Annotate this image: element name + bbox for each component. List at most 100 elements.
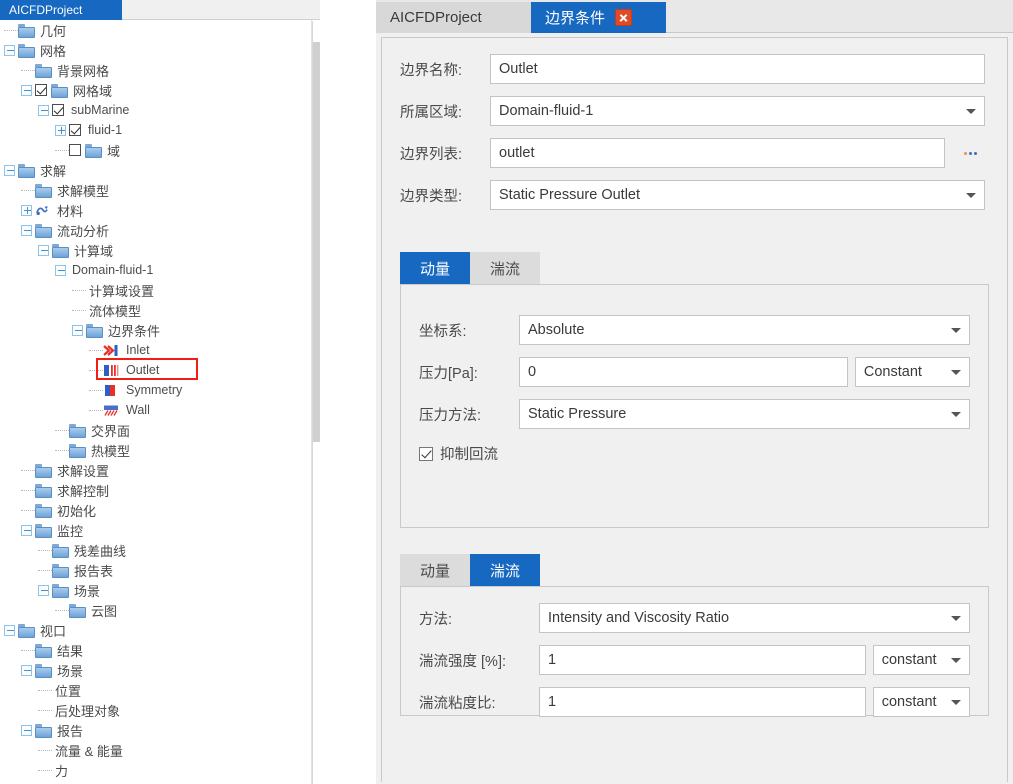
tree-tab-project[interactable]: AICFDProject (0, 0, 122, 20)
field-row-turb-viscosity: 湍流粘度比: 1 constant (419, 687, 970, 717)
tree-item-submarine[interactable]: subMarine (0, 100, 311, 120)
suppress-backflow-checkbox[interactable]: 抑制回流 (419, 443, 970, 464)
tree-item-计算域[interactable]: 计算域 (0, 240, 311, 260)
region-value: Domain-fluid-1 (499, 103, 594, 119)
expander-minus-icon[interactable] (21, 84, 32, 96)
expander-minus-icon[interactable] (72, 324, 83, 336)
tree-guide-line (4, 29, 18, 31)
tab-turbulence[interactable]: 湍流 (470, 554, 540, 586)
tab-momentum-lower[interactable]: 动量 (400, 554, 470, 586)
tree-item-domain-fluid-1[interactable]: Domain-fluid-1 (0, 260, 311, 280)
pressure-input[interactable]: 0 (519, 357, 848, 387)
tab-boundary-condition[interactable]: 边界条件 (531, 2, 666, 33)
boundary-list-browse-button[interactable] (959, 143, 981, 163)
tree-item-symmetry[interactable]: Symmetry (0, 380, 311, 400)
expander-minus-icon[interactable] (38, 104, 49, 116)
tree-item-label: 流量 & 能量 (55, 743, 123, 759)
pressure-mode-select[interactable]: Constant (854, 357, 970, 387)
tree-item-残差曲线[interactable]: 残差曲线 (0, 540, 311, 560)
turb-intensity-input[interactable]: 1 (539, 645, 866, 675)
expander-plus-icon[interactable] (21, 204, 32, 216)
tree-item-wall[interactable]: Wall (0, 400, 311, 420)
tree-item-计算域设置[interactable]: 计算域设置 (0, 280, 311, 300)
expander-minus-icon[interactable] (21, 224, 32, 236)
tree-item-热模型[interactable]: 热模型 (0, 440, 311, 460)
tree-item-label: 流动分析 (57, 223, 110, 239)
boundary-name-input[interactable]: Outlet (490, 54, 985, 84)
tab-turbulence-upper[interactable]: 湍流 (470, 252, 540, 284)
tree-item-材料[interactable]: 材料 (0, 200, 311, 220)
expander-minus-icon[interactable] (4, 164, 15, 176)
turb-viscosity-label: 湍流粘度比: (419, 695, 496, 712)
expander-minus-icon[interactable] (38, 244, 49, 256)
expander-minus-icon[interactable] (21, 524, 32, 536)
symmetry-icon (103, 384, 119, 397)
tree-checkbox-icon[interactable] (52, 104, 64, 116)
expander-minus-icon[interactable] (21, 724, 32, 736)
tree-item-边界条件[interactable]: 边界条件 (0, 320, 311, 340)
tab-project[interactable]: AICFDProject (376, 2, 531, 33)
tree-checkbox-icon[interactable] (69, 124, 81, 136)
folder-icon (18, 24, 35, 38)
turb-method-select[interactable]: Intensity and Viscosity Ratio (539, 603, 970, 633)
tree-item-inlet[interactable]: Inlet (0, 340, 311, 360)
tree-item-求解模型[interactable]: 求解模型 (0, 180, 311, 200)
tree-item-背景网格[interactable]: 背景网格 (0, 60, 311, 80)
tree-item-求解控制[interactable]: 求解控制 (0, 480, 311, 500)
tree-item-后处理对象[interactable]: 后处理对象 (0, 700, 311, 720)
tree-item-初始化[interactable]: 初始化 (0, 500, 311, 520)
close-icon[interactable] (615, 9, 633, 26)
tree-item-域[interactable]: 域 (0, 140, 311, 160)
folder-icon (35, 224, 52, 238)
tree-item-视口[interactable]: 视口 (0, 620, 311, 640)
tree-item-流动分析[interactable]: 流动分析 (0, 220, 311, 240)
tree-item-区域[interactable]: 区域 (0, 780, 311, 784)
tree-item-报告表[interactable]: 报告表 (0, 560, 311, 580)
region-select[interactable]: Domain-fluid-1 (490, 96, 985, 126)
tree-item-求解[interactable]: 求解 (0, 160, 311, 180)
expander-plus-icon[interactable] (55, 124, 66, 136)
tree-item-云图[interactable]: 云图 (0, 600, 311, 620)
tree-node-list[interactable]: 几何 网格 背景网格网格域 subMarine fluid-1 域求解 求解模型 材料流动分析… (0, 20, 312, 784)
boundary-type-select[interactable]: Static Pressure Outlet (490, 180, 985, 210)
tree-item-监控[interactable]: 监控 (0, 520, 311, 540)
tree-item-fluid-1[interactable]: fluid-1 (0, 120, 311, 140)
tree-item-场景[interactable]: 场景 (0, 580, 311, 600)
boundary-list-input[interactable]: outlet (490, 138, 945, 168)
frame-select[interactable]: Absolute (519, 315, 970, 345)
tree-item-位置[interactable]: 位置 (0, 680, 311, 700)
tree-item-报告[interactable]: 报告 (0, 720, 311, 740)
expander-minus-icon[interactable] (21, 664, 32, 676)
tree-item-label: 网格域 (73, 83, 113, 99)
tree-item-求解设置[interactable]: 求解设置 (0, 460, 311, 480)
tree-item-流体模型[interactable]: 流体模型 (0, 300, 311, 320)
tab-momentum[interactable]: 动量 (400, 252, 470, 284)
turb-viscosity-input[interactable]: 1 (539, 687, 866, 717)
panel-content: 边界名称: Outlet 所属区域: Domain-fluid-1 边界列表: (381, 37, 1008, 782)
chevron-down-icon (951, 328, 961, 333)
tree-checkbox-icon[interactable] (35, 84, 47, 96)
tree-scrollbar-thumb[interactable] (313, 42, 320, 442)
expander-minus-icon[interactable] (4, 44, 15, 56)
expander-minus-icon[interactable] (38, 584, 49, 596)
pressure-mode-value: Constant (863, 364, 922, 380)
tree-item-结果[interactable]: 结果 (0, 640, 311, 660)
tree-guide-line (55, 609, 69, 611)
boundary-type-value: Static Pressure Outlet (499, 187, 641, 203)
tree-item-流量-&-能量[interactable]: 流量 & 能量 (0, 740, 311, 760)
tree-checkbox-icon[interactable] (69, 144, 81, 156)
tree-item-网格[interactable]: 网格 (0, 40, 311, 60)
turb-intensity-mode-select[interactable]: constant (872, 645, 970, 675)
tree-item-场景[interactable]: 场景 (0, 660, 311, 680)
tree-item-几何[interactable]: 几何 (0, 20, 311, 40)
tree-item-交界面[interactable]: 交界面 (0, 420, 311, 440)
tree-item-网格域[interactable]: 网格域 (0, 80, 311, 100)
turb-viscosity-mode-select[interactable]: constant (872, 687, 970, 717)
expander-minus-icon[interactable] (4, 624, 15, 636)
tree-item-label: Domain-fluid-1 (72, 263, 154, 277)
tree-item-outlet[interactable]: Outlet (0, 360, 311, 380)
tree-item-力[interactable]: 力 (0, 760, 311, 780)
tree-scrollbar-track[interactable] (312, 21, 320, 784)
expander-minus-icon[interactable] (55, 264, 66, 276)
pressure-method-select[interactable]: Static Pressure (519, 399, 970, 429)
